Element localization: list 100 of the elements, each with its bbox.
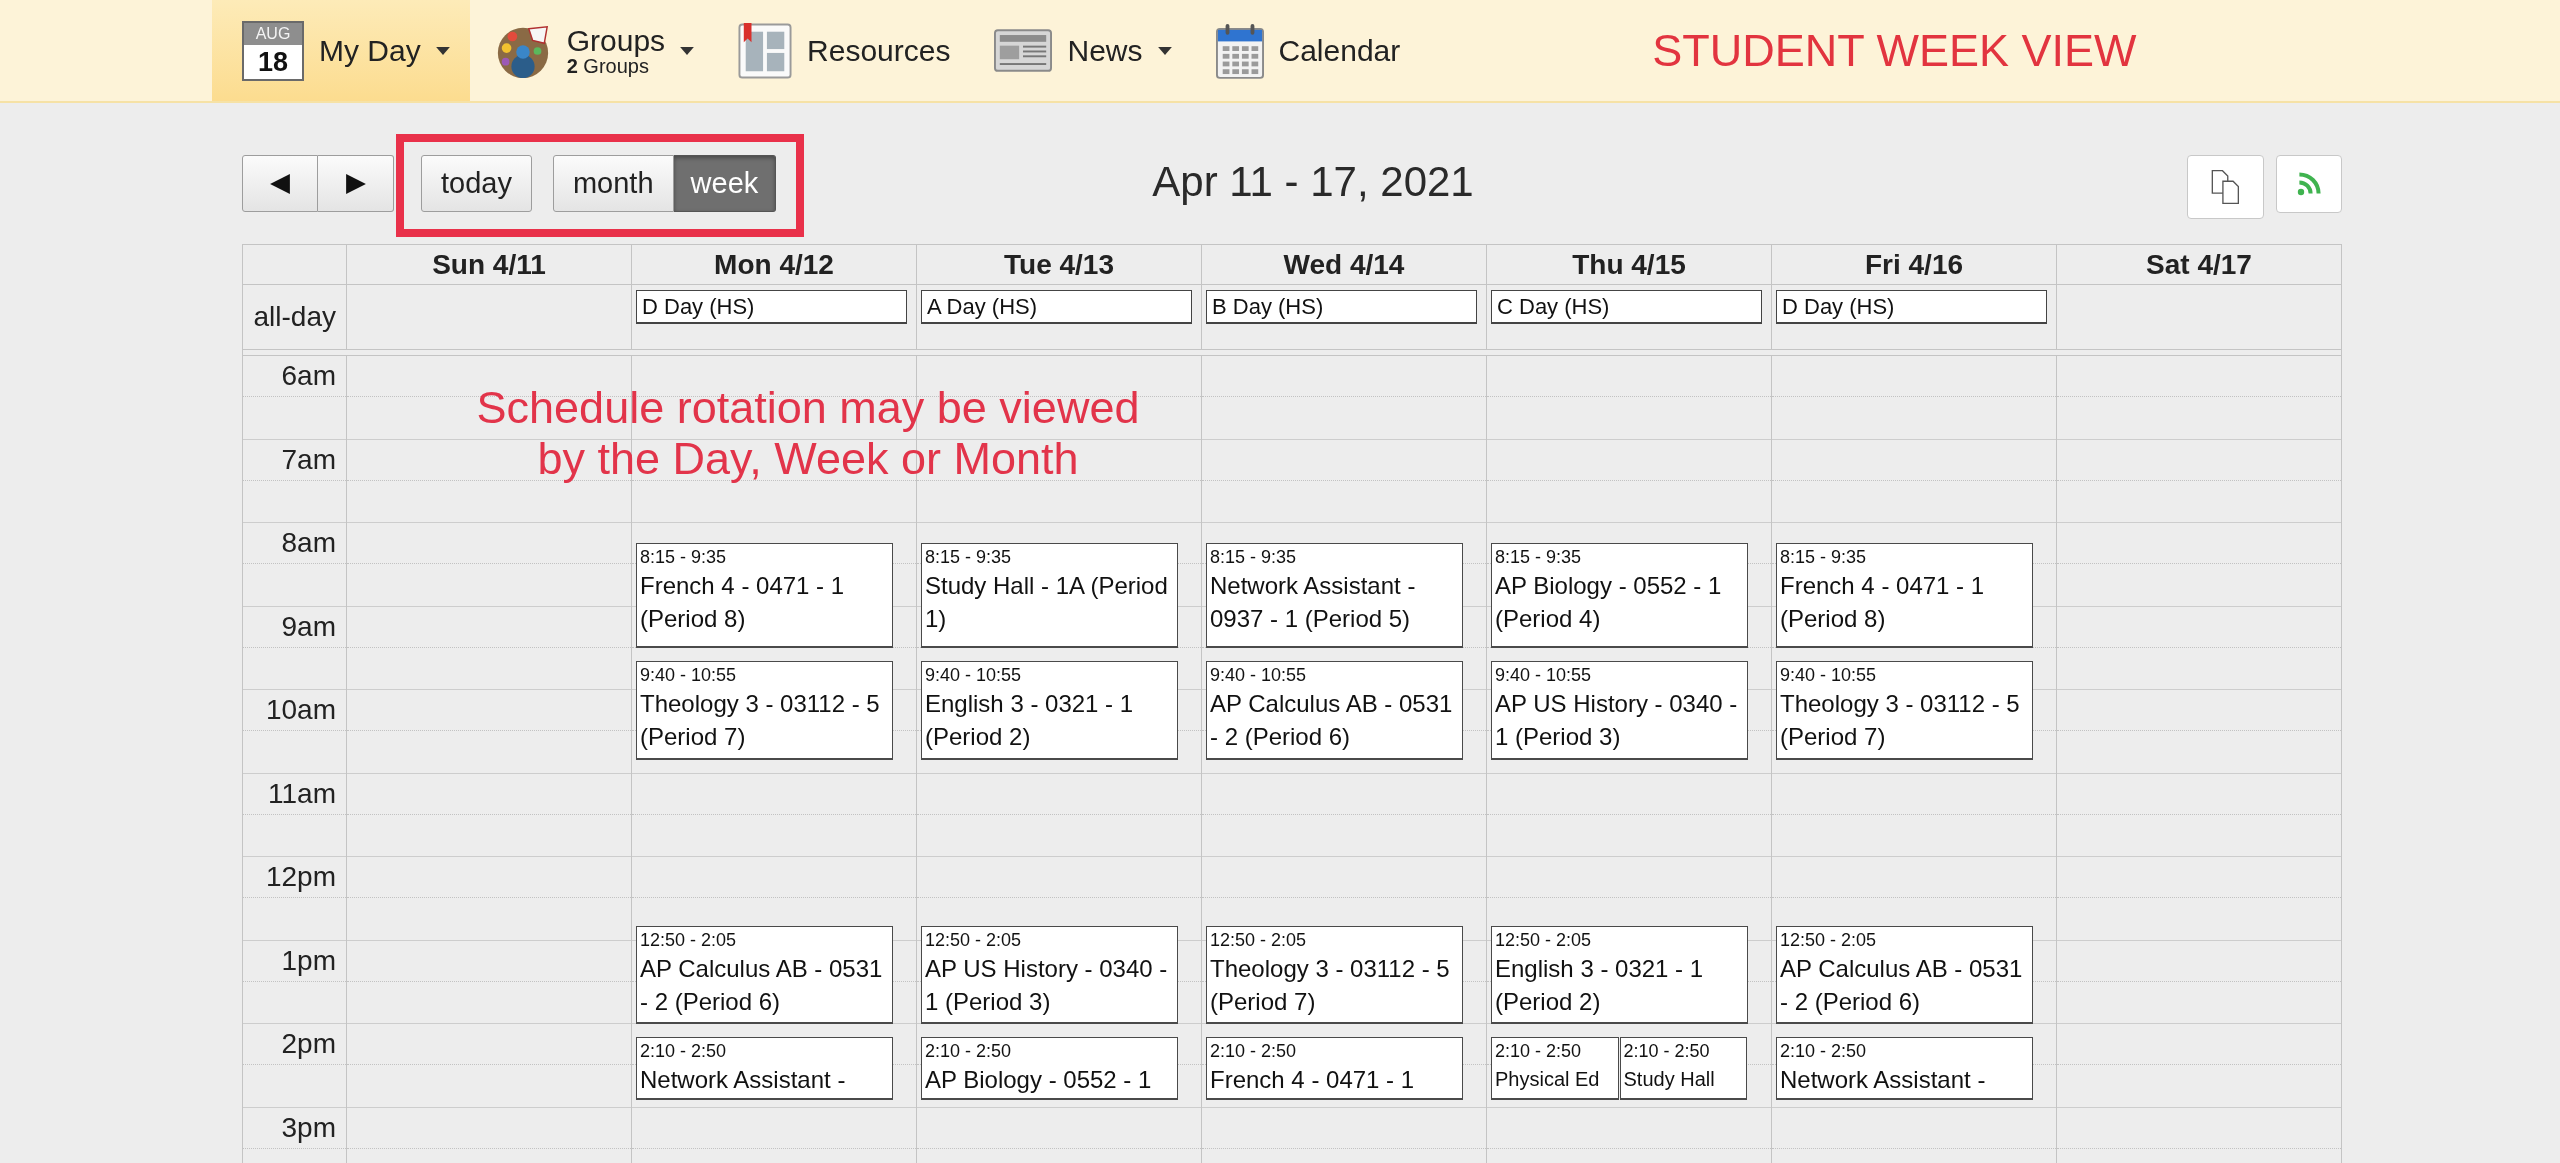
- copy-button[interactable]: [2187, 155, 2264, 219]
- day-header: Wed 4/14: [1201, 245, 1486, 284]
- event-time: 8:15 - 9:35: [1495, 545, 1583, 569]
- event-title: Network Assistant -: [640, 1064, 847, 1095]
- nav-tab[interactable]: News: [970, 0, 1192, 101]
- view-button[interactable]: month: [552, 155, 674, 212]
- next-button[interactable]: [318, 155, 394, 212]
- event-time: 2:10 - 2:50: [1623, 1039, 1711, 1063]
- event-time: 8:15 - 9:35: [1210, 545, 1298, 569]
- time-label: 7am: [281, 444, 336, 475]
- event-card[interactable]: 9:40 - 10:55 Theology 3 - 03112 - 5 (Period 7): [636, 661, 893, 760]
- event-card[interactable]: 2:10 - 2:50 AP Biology - 0552 - 1: [921, 1036, 1178, 1100]
- time-label: 11am: [268, 778, 336, 809]
- event-time: 12:50 - 2:05: [925, 928, 1023, 952]
- all-day-event[interactable]: D Day (HS): [636, 290, 907, 324]
- event-card[interactable]: 9:40 - 10:55 Theology 3 - 03112 - 5 (Period 7): [1776, 661, 2033, 760]
- event-title: English 3 - 0321 - 1 (Period 2): [925, 689, 1135, 753]
- all-day-event[interactable]: C Day (HS): [1491, 290, 1762, 324]
- nav-tab[interactable]: Calendar: [1191, 0, 1421, 101]
- event-title: Network Assistant -: [1780, 1064, 1987, 1095]
- event-card[interactable]: 2:10 - 2:50 Physical Ed: [1491, 1036, 1619, 1100]
- event-card[interactable]: 12:50 - 2:05 English 3 - 0321 - 1 (Period 2): [1491, 925, 1748, 1024]
- event-card[interactable]: 8:15 - 9:35 AP Biology - 0552 - 1 (Period 4): [1491, 542, 1748, 649]
- nav-tab[interactable]: AUG 18 My Day: [212, 0, 470, 101]
- event-time: 2:10 - 2:50: [1495, 1039, 1583, 1063]
- day-header: Mon 4/12: [631, 245, 916, 284]
- newspaper-icon: [994, 29, 1053, 72]
- documents-icon: [2210, 169, 2241, 205]
- event-card[interactable]: 12:50 - 2:05 AP US History - 0340 - 1 (Period 3): [921, 925, 1178, 1024]
- panels-icon: [738, 22, 793, 79]
- time-label: 1pm: [281, 945, 336, 976]
- time-label: 6am: [281, 361, 336, 391]
- rss-button[interactable]: [2276, 155, 2342, 213]
- event-title: French 4 - 0471 - 1 (Period 8): [1780, 570, 1986, 634]
- event-title: AP US History - 0340 - 1 (Period 3): [925, 953, 1169, 1017]
- event-time: 2:10 - 2:50: [925, 1039, 1013, 1063]
- today-button[interactable]: today: [421, 155, 532, 212]
- event-card[interactable]: 2:10 - 2:50 Study Hall: [1619, 1036, 1747, 1100]
- time-label: 8am: [281, 528, 336, 558]
- event-card[interactable]: 2:10 - 2:50 French 4 - 0471 - 1: [1206, 1036, 1463, 1100]
- event-time: 9:40 - 10:55: [1495, 664, 1593, 688]
- event-card[interactable]: 8:15 - 9:35 French 4 - 0471 - 1 (Period 8): [1776, 542, 2033, 649]
- time-label: 2pm: [281, 1029, 336, 1059]
- event-title: AP Calculus AB - 0531 - 2 (Period 6): [1210, 689, 1454, 753]
- time-label: 3pm: [281, 1112, 336, 1143]
- event-time: 9:40 - 10:55: [640, 664, 738, 688]
- event-card[interactable]: 9:40 - 10:55 AP Calculus AB - 0531 - 2 (Period 6): [1206, 661, 1463, 760]
- time-label: 12pm: [265, 862, 336, 892]
- event-title: AP Biology - 0552 - 1: [925, 1064, 1153, 1095]
- nav-tab[interactable]: Groups 2 Groups: [469, 0, 715, 101]
- time-label: 10am: [265, 695, 336, 725]
- event-card[interactable]: 12:50 - 2:05 AP Calculus AB - 0531 - 2 (Period 6): [1776, 925, 2033, 1024]
- date-month: AUG: [244, 22, 302, 45]
- all-day-event[interactable]: D Day (HS): [1776, 290, 2047, 324]
- event-title: Theology 3 - 03112 - 5 (Period 7): [1780, 689, 2021, 753]
- event-time: 9:40 - 10:55: [1210, 664, 1308, 688]
- view-button[interactable]: week: [673, 155, 777, 212]
- right-triangle-icon: [343, 172, 368, 195]
- event-title: French 4 - 0471 - 1: [1210, 1064, 1416, 1095]
- rss-icon: [2297, 172, 2321, 196]
- event-card[interactable]: 12:50 - 2:05 Theology 3 - 03112 - 5 (Period 7): [1206, 925, 1463, 1024]
- event-title: AP Calculus AB - 0531 - 2 (Period 6): [1780, 953, 2024, 1017]
- day-header: Sun 4/11: [346, 245, 631, 284]
- event-title: Theology 3 - 03112 - 5 (Period 7): [1210, 953, 1451, 1017]
- event-time: 12:50 - 2:05: [1495, 928, 1593, 952]
- annotation-text: Schedule rotation may be viewed by the Day, Week or Month: [475, 382, 1141, 484]
- event-card[interactable]: 8:15 - 9:35 Network Assistant - 0937 - 1 (Period 5): [1206, 542, 1463, 649]
- event-time: 12:50 - 2:05: [1210, 928, 1308, 952]
- event-time: 8:15 - 9:35: [640, 545, 728, 569]
- day-header: Tue 4/13: [916, 245, 1201, 284]
- left-triangle-icon: [268, 172, 292, 195]
- event-card[interactable]: 8:15 - 9:35 French 4 - 0471 - 1 (Period 8): [636, 542, 893, 649]
- event-title: Study Hall - 1A (Period 1): [925, 570, 1169, 634]
- day-header: Sat 4/17: [2056, 245, 2341, 284]
- time-label: 9am: [281, 611, 336, 642]
- event-title: AP US History - 0340 - 1 (Period 3): [1495, 689, 1739, 753]
- all-day-event[interactable]: B Day (HS): [1206, 290, 1477, 324]
- event-time: 12:50 - 2:05: [1780, 928, 1878, 952]
- event-title: Theology 3 - 03112 - 5 (Period 7): [640, 689, 881, 753]
- event-time: 2:10 - 2:50: [1780, 1039, 1868, 1063]
- event-title: AP Calculus AB - 0531 - 2 (Period 6): [640, 953, 884, 1017]
- event-card[interactable]: 8:15 - 9:35 Study Hall - 1A (Period 1): [921, 542, 1178, 649]
- event-title: French 4 - 0471 - 1 (Period 8): [640, 570, 846, 634]
- event-title: Study Hall: [1623, 1066, 1716, 1092]
- all-day-label: all-day: [253, 302, 336, 332]
- event-card[interactable]: 2:10 - 2:50 Network Assistant -: [636, 1036, 893, 1100]
- event-time: 2:10 - 2:50: [640, 1039, 728, 1063]
- calendar-icon: [1215, 22, 1264, 79]
- event-title: Physical Ed: [1495, 1066, 1601, 1092]
- nav-tab[interactable]: Resources: [714, 0, 971, 101]
- event-card[interactable]: 9:40 - 10:55 AP US History - 0340 - 1 (Period 3): [1491, 661, 1748, 760]
- date-day: 18: [244, 44, 302, 79]
- event-card[interactable]: 2:10 - 2:50 Network Assistant -: [1776, 1036, 2033, 1100]
- event-card[interactable]: 12:50 - 2:05 AP Calculus AB - 0531 - 2 (Period 6): [636, 925, 893, 1024]
- event-card[interactable]: 9:40 - 10:55 English 3 - 0321 - 1 (Period 2): [921, 661, 1178, 760]
- event-time: 12:50 - 2:05: [640, 928, 738, 952]
- page-caption: STUDENT WEEK VIEW: [1652, 24, 2137, 77]
- event-time: 2:10 - 2:50: [1210, 1039, 1298, 1063]
- previous-button[interactable]: [242, 155, 318, 212]
- all-day-event[interactable]: A Day (HS): [921, 290, 1192, 324]
